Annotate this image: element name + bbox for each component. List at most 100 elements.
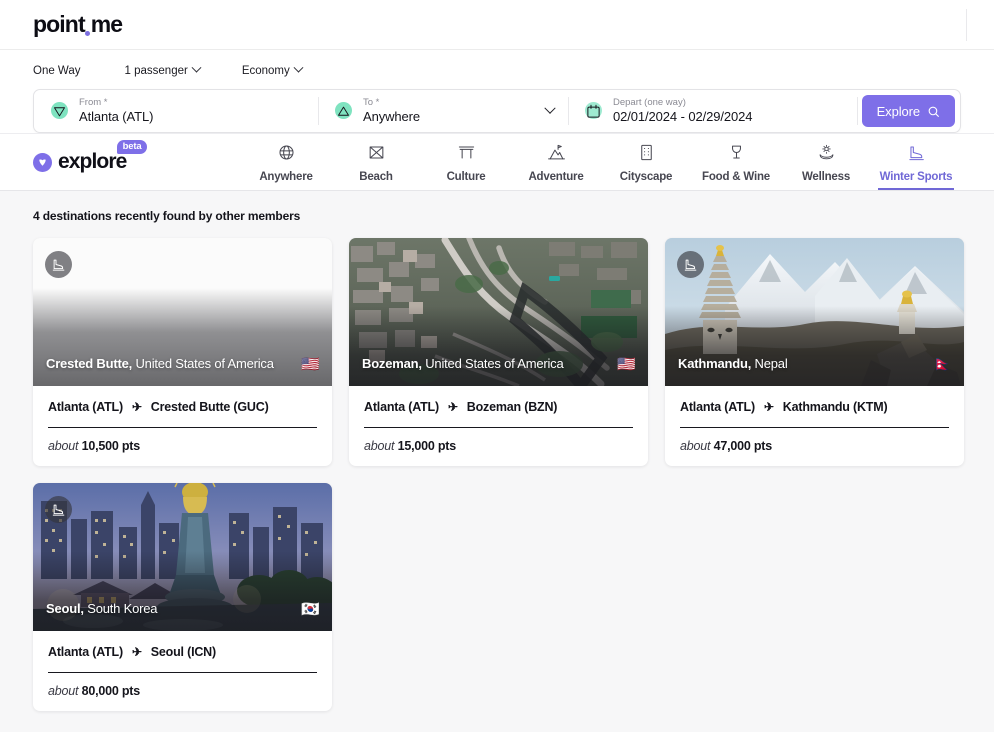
tab-adventure-label: Adventure	[528, 171, 583, 183]
card-points: about 15,000 pts	[364, 439, 633, 453]
depart-date-field[interactable]: Depart (one way) 02/01/2024 - 02/29/2024	[568, 90, 838, 132]
card-country: United States of America	[422, 356, 564, 371]
chevron-down-icon[interactable]	[544, 103, 555, 114]
card-route: Atlanta (ATL) ✈ Seoul (ICN)	[48, 645, 317, 673]
cabin-class-label: Economy	[242, 65, 290, 77]
ice-skate-badge-icon	[677, 251, 704, 278]
explore-nav-bar: explore beta Anywhere Beach	[0, 133, 994, 191]
search-options-row: One Way 1 passenger Economy	[33, 50, 961, 78]
card-city: Bozeman,	[362, 356, 422, 371]
tab-beach-label: Beach	[359, 171, 393, 183]
points-value: 15,000 pts	[398, 439, 456, 453]
lotus-hand-icon	[817, 143, 836, 167]
tab-winter-sports-label: Winter Sports	[880, 171, 953, 183]
country-flag-icon: 🇺🇸	[301, 357, 320, 372]
card-city: Crested Butte,	[46, 356, 132, 371]
points-prefix: about	[680, 439, 710, 453]
destination-card[interactable]: Bozeman, United States of America 🇺🇸 Atl…	[349, 238, 648, 466]
country-flag-icon: 🇰🇷	[301, 602, 320, 617]
card-country: South Korea	[84, 601, 158, 616]
depart-value: 02/01/2024 - 02/29/2024	[613, 110, 752, 124]
card-body: Atlanta (ATL) ✈ Kathmandu (KTM) about 47…	[665, 386, 964, 466]
to-value: Anywhere	[363, 110, 420, 124]
from-value: Atlanta (ATL)	[79, 110, 153, 124]
explore-logo-text: explore	[58, 150, 126, 174]
passenger-selector[interactable]: 1 passenger	[125, 65, 200, 77]
card-points: about 10,500 pts	[48, 439, 317, 453]
tab-anywhere[interactable]: Anywhere	[241, 134, 331, 190]
top-brand-bar: pointme	[0, 0, 994, 50]
beach-umbrella-icon	[367, 143, 386, 167]
card-destination: Kathmandu (KTM)	[783, 400, 888, 414]
to-field[interactable]: To * Anywhere	[318, 90, 568, 132]
card-destination: Crested Butte (GUC)	[151, 400, 269, 414]
points-prefix: about	[48, 684, 78, 698]
tab-wellness[interactable]: Wellness	[781, 134, 871, 190]
points-value: 80,000 pts	[82, 684, 140, 698]
globe-icon	[277, 143, 296, 167]
card-caption: Crested Butte, United States of America …	[46, 353, 320, 376]
tab-food-and-wine[interactable]: Food & Wine	[691, 134, 781, 190]
destination-plane-icon	[332, 100, 354, 122]
plane-icon: ✈	[764, 400, 774, 414]
depart-label: Depart (one way)	[613, 98, 752, 108]
tab-adventure[interactable]: Adventure	[511, 134, 601, 190]
card-origin: Atlanta (ATL)	[680, 400, 755, 414]
tab-winter-sports[interactable]: Winter Sports	[871, 134, 961, 190]
card-origin: Atlanta (ATL)	[48, 645, 123, 659]
destination-card[interactable]: Kathmandu, Nepal 🇳🇵 Atlanta (ATL) ✈ Kath…	[665, 238, 964, 466]
points-prefix: about	[364, 439, 394, 453]
card-points: about 80,000 pts	[48, 684, 317, 698]
card-body: Atlanta (ATL) ✈ Bozeman (BZN) about 15,0…	[349, 386, 648, 466]
card-route: Atlanta (ATL) ✈ Bozeman (BZN)	[364, 400, 633, 428]
tab-culture[interactable]: Culture	[421, 134, 511, 190]
destination-card[interactable]: Seoul, South Korea 🇰🇷 Atlanta (ATL) ✈ Se…	[33, 483, 332, 711]
plane-icon: ✈	[132, 400, 142, 414]
results-subheading: 4 destinations recently found by other m…	[33, 209, 961, 223]
pointme-logo[interactable]: pointme	[33, 11, 122, 38]
calendar-icon	[582, 100, 604, 122]
destination-card[interactable]: Crested Butte, United States of America …	[33, 238, 332, 466]
card-country: Nepal	[751, 356, 787, 371]
trip-type-label: One Way	[33, 65, 81, 77]
logo-text-suffix: me	[91, 11, 122, 38]
card-body: Atlanta (ATL) ✈ Crested Butte (GUC) abou…	[33, 386, 332, 466]
ice-skate-icon	[907, 143, 926, 167]
explore-button-container: Explore	[862, 90, 960, 132]
points-value: 10,500 pts	[82, 439, 140, 453]
card-image: Crested Butte, United States of America …	[33, 238, 332, 386]
from-field[interactable]: From * Atlanta (ATL)	[34, 90, 318, 132]
torii-gate-icon	[457, 143, 476, 167]
card-image: Kathmandu, Nepal 🇳🇵	[665, 238, 964, 386]
trip-type-selector[interactable]: One Way	[33, 65, 81, 77]
explore-category-tabs: Anywhere Beach Culture	[241, 134, 961, 190]
logo-text-main: point	[33, 11, 85, 38]
explore-button[interactable]: Explore	[862, 95, 955, 127]
card-caption: Bozeman, United States of America 🇺🇸	[362, 353, 636, 376]
card-destination: Seoul (ICN)	[151, 645, 216, 659]
tab-cityscape-label: Cityscape	[620, 171, 673, 183]
country-flag-icon: 🇳🇵	[933, 357, 952, 372]
plane-icon: ✈	[448, 400, 458, 414]
origin-plane-icon	[48, 100, 70, 122]
tab-food-and-wine-label: Food & Wine	[702, 171, 770, 183]
card-image: Seoul, South Korea 🇰🇷	[33, 483, 332, 631]
points-prefix: about	[48, 439, 78, 453]
card-caption: Seoul, South Korea 🇰🇷	[46, 598, 320, 621]
card-image: Bozeman, United States of America 🇺🇸	[349, 238, 648, 386]
building-icon	[637, 143, 656, 167]
destination-card-grid: Crested Butte, United States of America …	[33, 238, 961, 711]
tab-cityscape[interactable]: Cityscape	[601, 134, 691, 190]
results-area: 4 destinations recently found by other m…	[0, 191, 994, 732]
card-country: United States of America	[132, 356, 274, 371]
ice-skate-badge-icon	[45, 251, 72, 278]
header-divider	[966, 9, 967, 41]
chevron-down-icon	[191, 63, 201, 73]
cabin-class-selector[interactable]: Economy	[242, 65, 302, 77]
chevron-down-icon	[293, 63, 303, 73]
explore-logo[interactable]: explore beta	[33, 150, 126, 174]
tab-beach[interactable]: Beach	[331, 134, 421, 190]
card-route: Atlanta (ATL) ✈ Kathmandu (KTM)	[680, 400, 949, 428]
explore-mark-icon	[33, 153, 52, 172]
to-label: To *	[363, 98, 420, 108]
